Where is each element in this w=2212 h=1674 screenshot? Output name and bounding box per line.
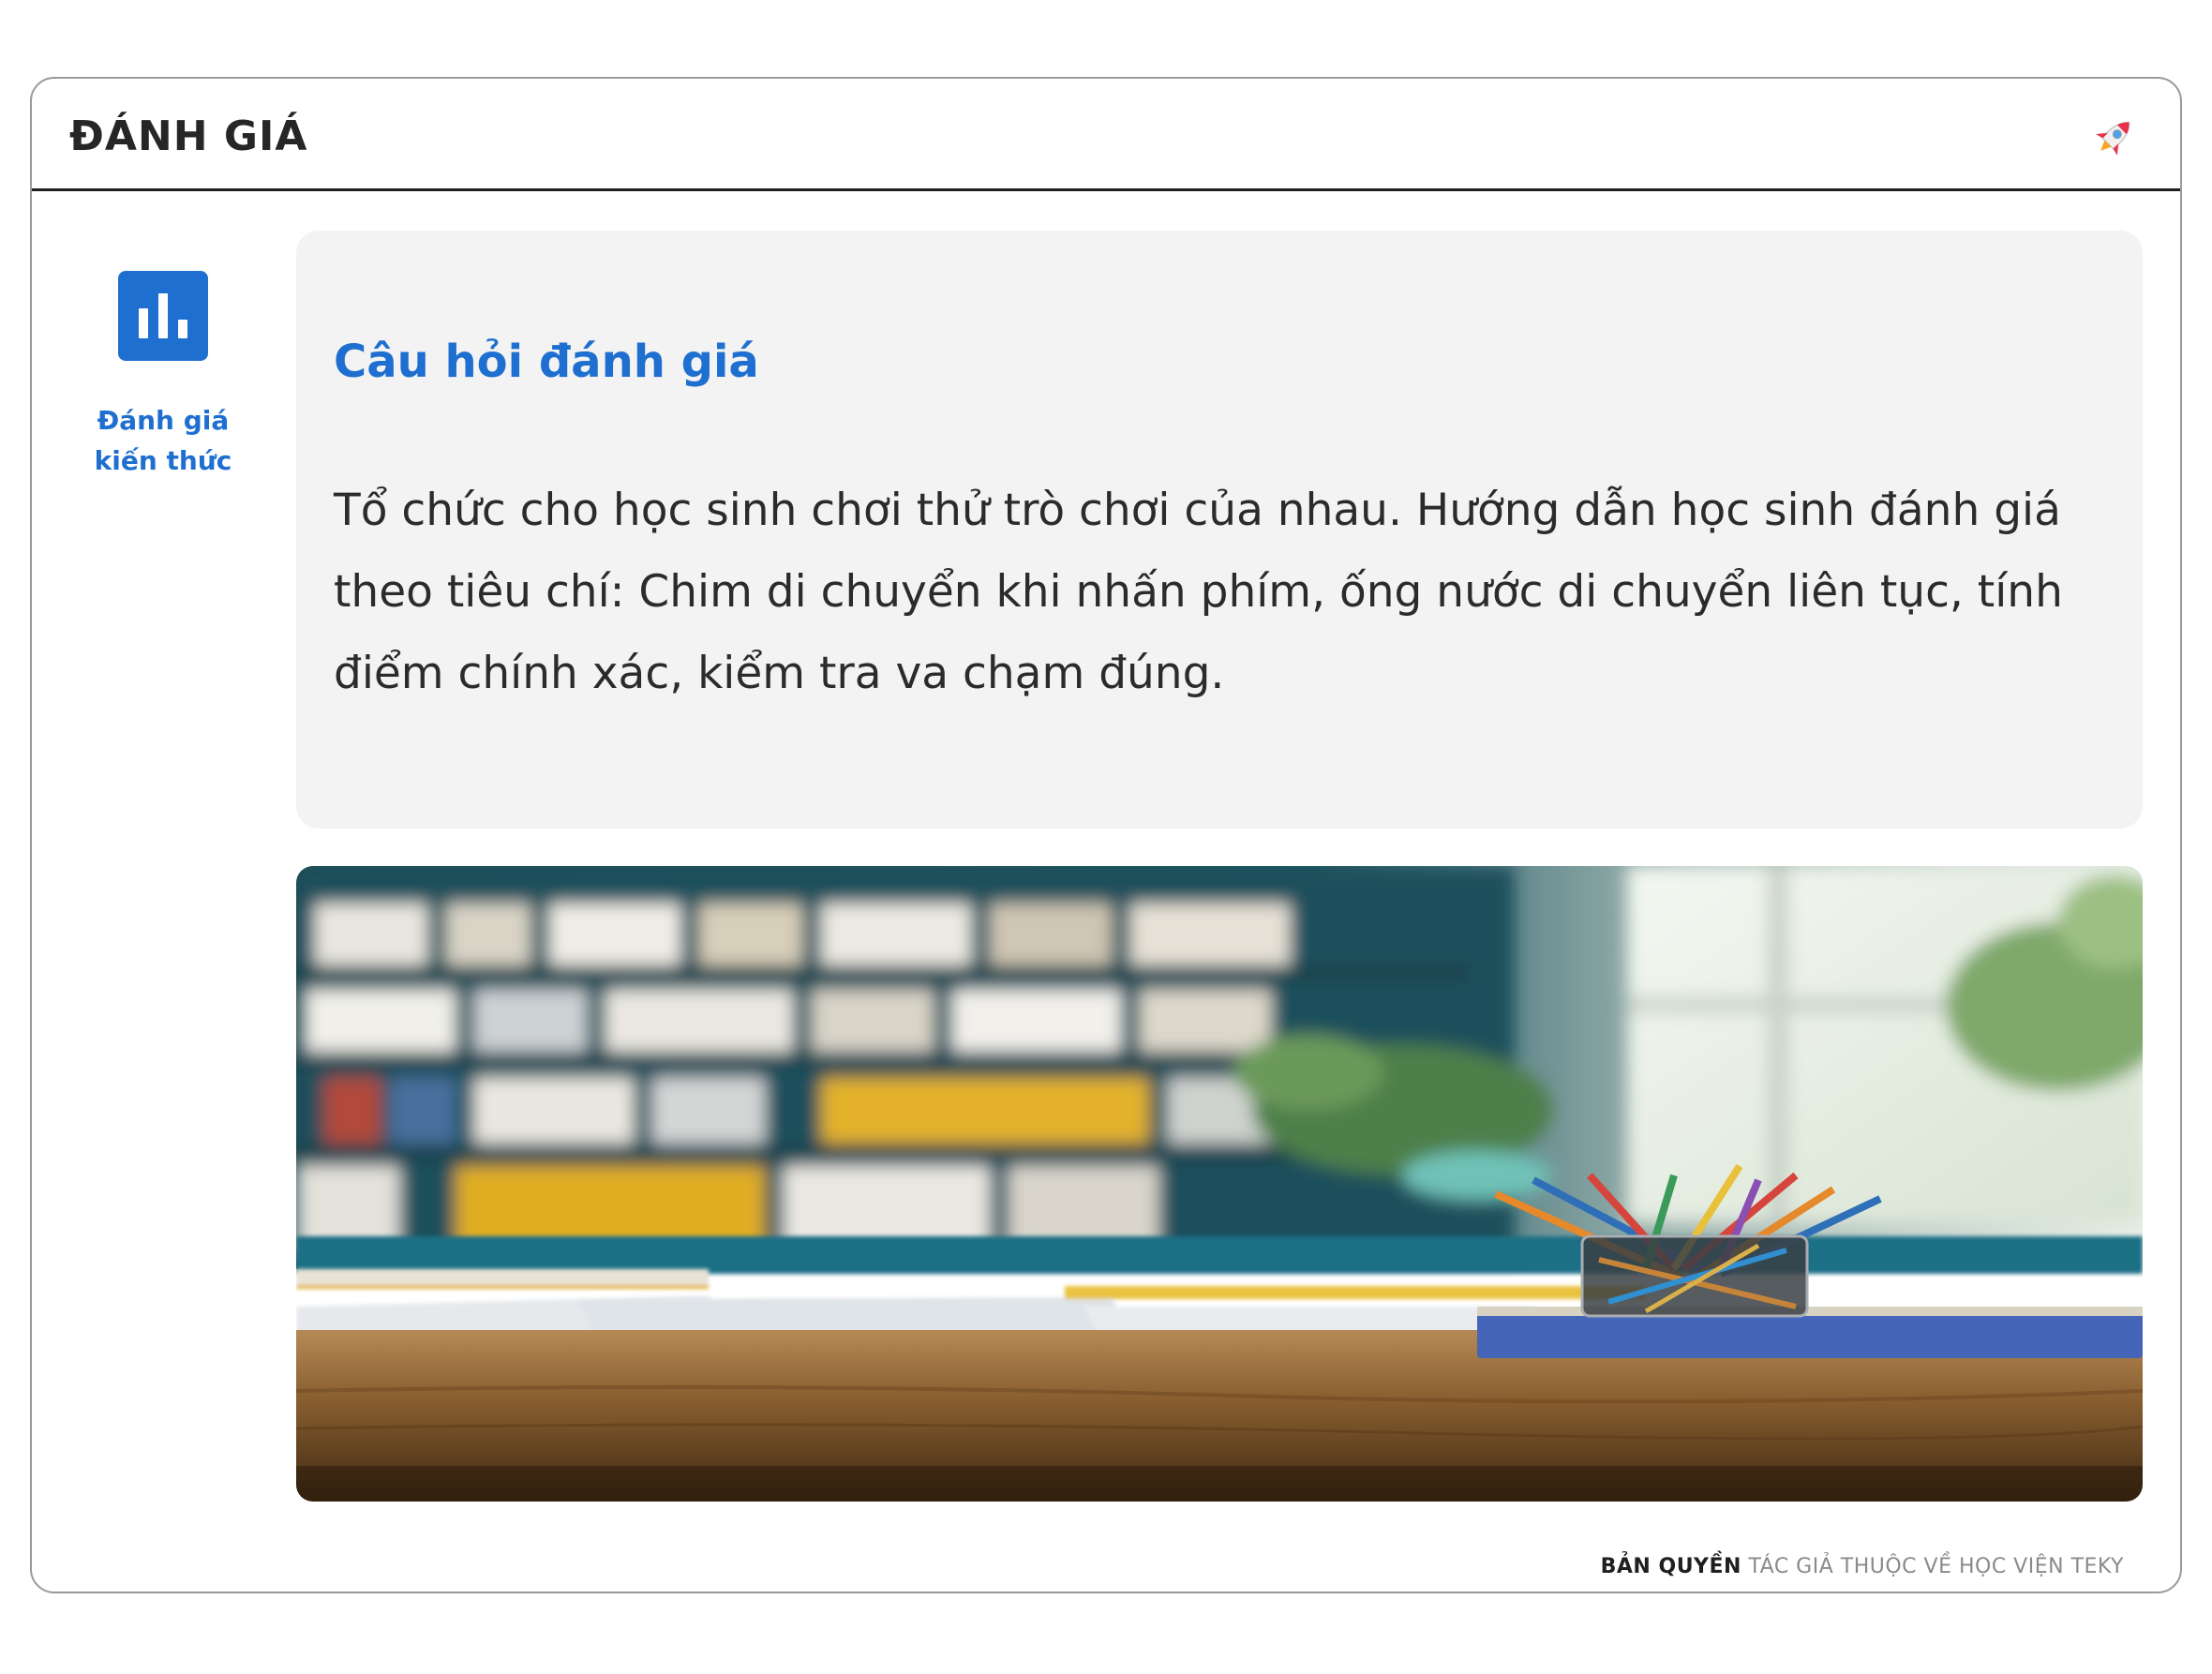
copyright-text: TÁC GIẢ THUỘC VỀ HỌC VIỆN TEKY xyxy=(1748,1555,2124,1578)
rocket-icon xyxy=(2096,121,2130,156)
bar-chart-icon xyxy=(118,271,208,361)
slide-frame: ĐÁNH GIÁ Đánh giá kiến thức Câu hỏi đánh… xyxy=(30,77,2182,1593)
classroom-photo xyxy=(296,866,2143,1502)
sidebar-label-line2: kiến thức xyxy=(94,445,232,476)
card-title: Câu hỏi đánh giá xyxy=(334,336,759,388)
page-title: ĐÁNH GIÁ xyxy=(69,112,308,160)
copyright-footer: BẢN QUYỀN TÁC GIẢ THUỘC VỀ HỌC VIỆN TEKY xyxy=(1601,1555,2124,1578)
sidebar-label: Đánh giá kiến thức xyxy=(88,400,238,481)
header-bar: ĐÁNH GIÁ xyxy=(32,79,2180,191)
sidebar-label-line1: Đánh giá xyxy=(97,405,230,436)
sidebar-section: Đánh giá kiến thức xyxy=(88,271,238,481)
card-text: Tổ chức cho học sinh chơi thử trò chơi c… xyxy=(334,485,2063,699)
copyright-label: BẢN QUYỀN xyxy=(1600,1555,1741,1578)
question-card: Câu hỏi đánh giá Tổ chức cho học sinh ch… xyxy=(296,231,2143,829)
